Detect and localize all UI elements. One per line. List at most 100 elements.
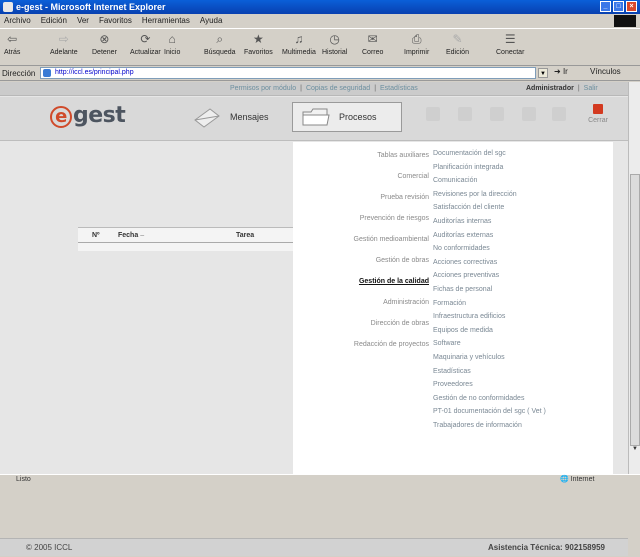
window-title: e-gest - Microsoft Internet Explorer (16, 2, 166, 12)
process-category-item[interactable]: Prueba revisión (380, 194, 429, 201)
menu-herramientas[interactable]: Herramientas (142, 14, 190, 28)
tool-icon-3 (490, 107, 504, 121)
process-subitem[interactable]: Revisiones por la dirección (433, 191, 517, 198)
procesos-label: Procesos (339, 112, 377, 122)
toolbar-media-button[interactable]: ♫ Multimedia (282, 29, 316, 65)
process-category-item[interactable]: Administración (383, 299, 429, 306)
process-subitem[interactable]: Acciones preventivas (433, 272, 499, 279)
process-subitem[interactable]: Proveedores (433, 381, 473, 388)
ie-menu-bar: Archivo Edición Ver Favoritos Herramient… (0, 14, 640, 28)
user-name: Administrador (526, 85, 574, 92)
procesos-button[interactable]: Procesos (292, 102, 402, 132)
toolbar-label: Atrás (4, 49, 21, 56)
process-subitem[interactable]: Planificación integrada (433, 164, 503, 171)
links-button[interactable]: Vínculos (590, 67, 621, 76)
zone-label: Internet (570, 476, 595, 483)
print-icon: ⎙ (411, 31, 422, 46)
favorites-icon: ★ (253, 32, 264, 46)
col-fecha-header[interactable]: Fecha – (118, 232, 144, 239)
process-subitem[interactable]: Formación (433, 300, 466, 307)
toolbar-label: Búsqueda (204, 49, 236, 56)
minimize-button[interactable]: _ (600, 1, 611, 12)
menu-ver[interactable]: Ver (77, 14, 89, 28)
process-subitem[interactable]: Auditorías externas (433, 232, 493, 239)
col-fecha-label: Fecha (118, 232, 139, 239)
process-category-item[interactable]: Comercial (397, 173, 429, 180)
top-nav: Permisos por módulo | Copias de seguridad |… (0, 82, 628, 96)
process-subitem[interactable]: Fichas de personal (433, 286, 492, 293)
toolbar-mail-button[interactable]: ✉ Correo (362, 29, 383, 65)
menu-archivo[interactable]: Archivo (4, 14, 31, 28)
mail-icon: ✉ (367, 32, 378, 46)
process-subitem[interactable]: Acciones correctivas (433, 259, 497, 266)
envelope-icon (190, 105, 224, 129)
sort-arrow-icon: – (140, 232, 145, 239)
process-subitem[interactable]: Comunicación (433, 177, 477, 184)
folder-icon (299, 105, 333, 129)
menu-favoritos[interactable]: Favoritos (99, 14, 132, 28)
toolbar-label: Adelante (50, 49, 78, 56)
process-category-item[interactable]: Tablas auxiliares (377, 152, 429, 159)
process-subitem[interactable]: Software (433, 340, 461, 347)
process-category-item[interactable]: Prevención de riesgos (360, 215, 429, 222)
toolbar-print-button[interactable]: ⎙ Imprimir (404, 29, 429, 65)
toolbar-search-button[interactable]: ⌕ Búsqueda (204, 29, 236, 65)
maximize-button[interactable]: □ (613, 1, 624, 12)
toolbar-label: Imprimir (404, 49, 430, 56)
table-divider (78, 242, 298, 243)
admin-links: Permisos por módulo | Copias de seguridad |… (230, 85, 418, 92)
process-subitem[interactable]: PT-01 documentación del sgc ( Vet ) (433, 408, 546, 415)
mensajes-button[interactable]: Mensajes (190, 102, 269, 132)
process-subitem[interactable]: No conformidades (433, 245, 490, 252)
col-no-header[interactable]: Nº (92, 232, 100, 239)
link-permisos[interactable]: Permisos por módulo (230, 85, 296, 92)
logout-link[interactable]: Salir (584, 85, 598, 92)
scroll-thumb[interactable] (630, 174, 640, 446)
toolbar-label: Multimedia (282, 49, 316, 56)
app-header: e gest Mensajes Procesos Cerrar (0, 97, 628, 141)
close-window-button[interactable]: × (626, 1, 637, 12)
process-subitem[interactable]: Estadísticas (433, 368, 471, 375)
page-content: Permisos por módulo | Copias de seguridad |… (0, 82, 640, 556)
search-icon: ⌕ (216, 31, 224, 46)
scroll-down-icon[interactable]: ▼ (631, 446, 639, 454)
toolbar-discuss-button[interactable]: ☰ Conectar (496, 29, 524, 65)
tool-icon-5 (552, 107, 566, 121)
toolbar-label: Historial (322, 49, 348, 56)
toolbar-label: Edición (446, 49, 469, 56)
address-input[interactable]: http://iccl.es/principal.php (40, 67, 536, 79)
go-button[interactable]: ➜ Ir (554, 67, 568, 76)
chevron-down-icon[interactable]: ▼ (538, 68, 548, 78)
toolbar-history-button[interactable]: ◷ Historial (322, 29, 347, 65)
toolbar-edit-button[interactable]: ✎ Edición (446, 29, 469, 65)
link-estadisticas[interactable]: Estadísticas (380, 85, 418, 92)
process-category-item[interactable]: Redacción de proyectos (354, 341, 429, 348)
toolbar-favorites-button[interactable]: ★ Favoritos (244, 29, 273, 65)
toolbar-label: Detener (92, 49, 117, 56)
menu-ayuda[interactable]: Ayuda (200, 14, 223, 28)
link-copias[interactable]: Copias de seguridad (306, 85, 370, 92)
toolbar-refresh-button[interactable]: ⟳ Actualizar (130, 29, 161, 65)
toolbar-back-arrow-button[interactable]: ⇦ Atrás (4, 29, 20, 65)
process-subitem[interactable]: Gestión de no conformidades (433, 395, 524, 402)
toolbar-forward-arrow-button[interactable]: ⇨ Adelante (50, 29, 78, 65)
process-subitem[interactable]: Satisfacción del cliente (433, 204, 504, 211)
toolbar-home-button[interactable]: ⌂ Inicio (164, 29, 180, 65)
cerrar-button[interactable]: Cerrar (584, 102, 612, 132)
toolbar-stop-button[interactable]: ⊗ Detener (92, 29, 117, 65)
col-tarea-header[interactable]: Tarea (236, 232, 254, 239)
process-subitem[interactable]: Documentación del sgc (433, 150, 506, 157)
process-subitem[interactable]: Equipos de medida (433, 327, 493, 334)
menu-edicion[interactable]: Edición (41, 14, 67, 28)
process-category-item[interactable]: Gestión de obras (376, 257, 429, 264)
process-category-item[interactable]: Gestión de la calidad (359, 278, 429, 285)
process-subitem[interactable]: Infraestructura edificios (433, 313, 505, 320)
vertical-scrollbar[interactable]: ▲ ▼ (628, 82, 640, 474)
process-subitem[interactable]: Trabajadores de información (433, 422, 522, 429)
history-icon: ◷ (329, 32, 340, 46)
process-category-item[interactable]: Dirección de obras (371, 320, 429, 327)
process-subitem[interactable]: Auditorías internas (433, 218, 491, 225)
process-category-item[interactable]: Gestión medioambiental (354, 236, 430, 243)
process-subitem[interactable]: Maquinaria y vehículos (433, 354, 505, 361)
media-icon: ♫ (294, 32, 304, 46)
